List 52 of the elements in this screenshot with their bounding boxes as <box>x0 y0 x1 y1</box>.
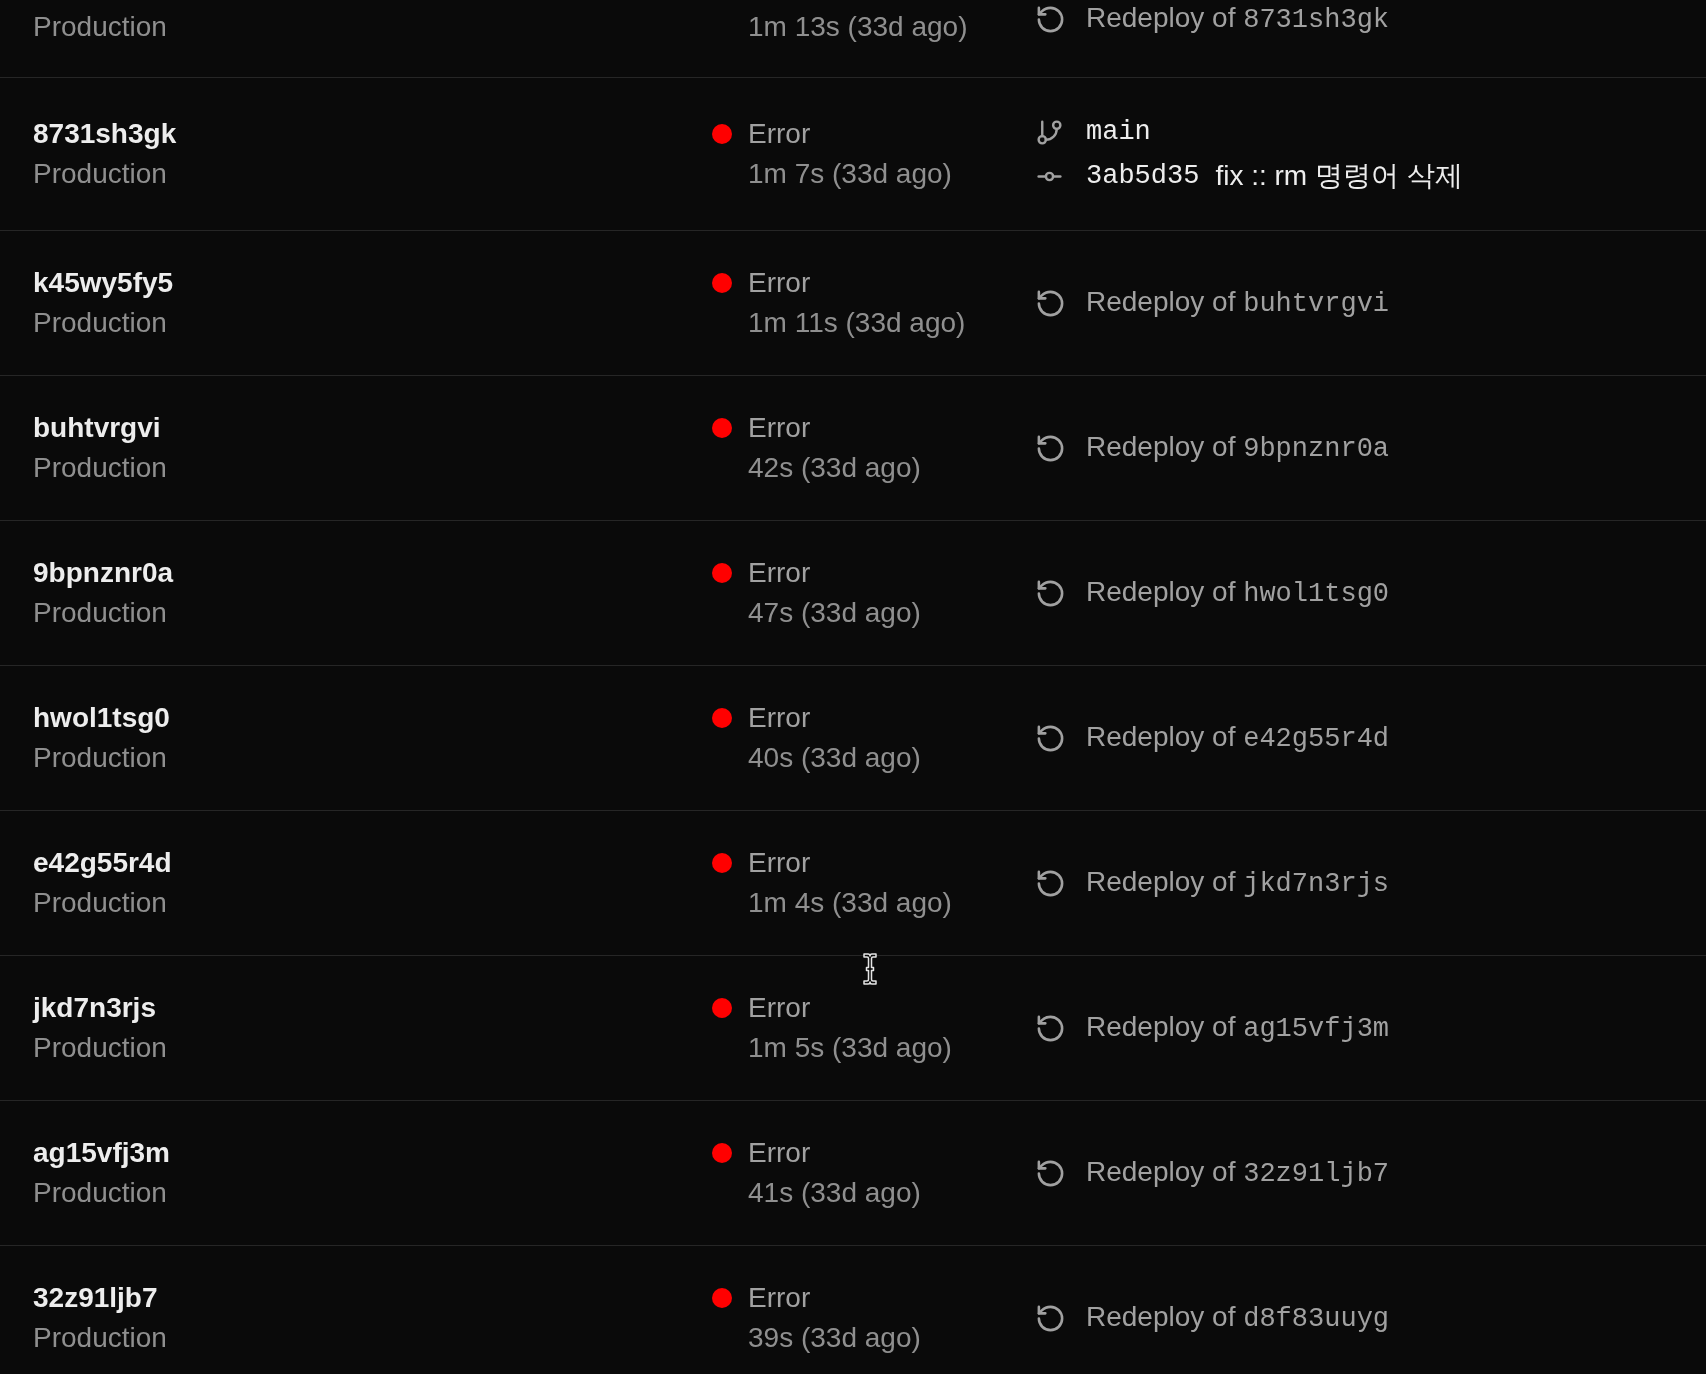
duration-text: 1m 11s (33d ago) <box>748 306 966 340</box>
status-label: Error <box>748 991 811 1025</box>
status-label: Error <box>748 117 811 151</box>
deployment-id[interactable]: ag15vfj3m <box>33 1133 170 1173</box>
deployment-id[interactable]: 8731sh3gk <box>33 114 177 154</box>
deployment-id[interactable]: 32z91ljb7 <box>33 1278 158 1318</box>
environment-label: Production <box>33 1176 167 1210</box>
redeploy-label: Redeploy of 9bpnznr0a <box>1086 430 1390 466</box>
duration-text: 47s (33d ago) <box>748 596 921 630</box>
duration-text: 1m 4s (33d ago) <box>748 886 952 920</box>
deployment-id[interactable]: k45wy5fy5 <box>33 263 174 303</box>
status-label: Error <box>748 556 811 590</box>
redeploy-label: Redeploy of 32z91ljb7 <box>1086 1155 1390 1191</box>
status-label: Error <box>748 1281 811 1315</box>
environment-label: Production <box>33 10 167 44</box>
environment-label: Production <box>33 596 167 630</box>
redeploy-label: Redeploy of buhtvrgvi <box>1086 285 1390 321</box>
duration-text: 39s (33d ago) <box>748 1321 921 1355</box>
redeploy-label: Redeploy of jkd7n3rjs <box>1086 865 1390 901</box>
branch-icon <box>1035 117 1064 147</box>
status-label: Error <box>748 701 811 735</box>
redeploy-label: Redeploy of ag15vfj3m <box>1086 1010 1390 1046</box>
deployment-id[interactable]: 9bpnznr0a <box>33 553 174 593</box>
status-label: Error <box>748 266 811 300</box>
status-label: Error <box>748 1136 811 1170</box>
environment-label: Production <box>33 741 167 775</box>
redeploy-label: Redeploy of d8f83uuyg <box>1086 1300 1390 1336</box>
commit-hash[interactable]: 3ab5d35 <box>1086 158 1200 194</box>
redeploy-label: Redeploy of hwol1tsg0 <box>1086 575 1390 611</box>
environment-label: Production <box>33 1031 167 1065</box>
deployment-id[interactable]: e42g55r4d <box>33 843 172 883</box>
status-label: Error <box>748 411 811 445</box>
duration-text: 1m 7s (33d ago) <box>748 157 952 191</box>
deployment-id[interactable]: jkd7n3rjs <box>33 988 156 1028</box>
duration-text: 40s (33d ago) <box>748 741 921 775</box>
environment-label: Production <box>33 886 167 920</box>
duration-text: 41s (33d ago) <box>748 1176 921 1210</box>
status-label: Error <box>748 846 811 880</box>
duration-text: 1m 13s (33d ago) <box>748 10 968 44</box>
redeploy-label: Redeploy of 8731sh3gk <box>1086 1 1390 37</box>
redeploy-label: Redeploy of e42g55r4d <box>1086 720 1390 756</box>
deployment-id[interactable]: buhtvrgvi <box>33 408 161 448</box>
duration-text: 1m 5s (33d ago) <box>748 1031 952 1065</box>
environment-label: Production <box>33 157 167 191</box>
duration-text: 42s (33d ago) <box>748 451 921 485</box>
environment-label: Production <box>33 1321 167 1355</box>
environment-label: Production <box>33 306 167 340</box>
branch-name[interactable]: main <box>1086 114 1151 150</box>
text-cursor-icon <box>862 952 878 986</box>
commit-message[interactable]: fix :: rm 명령어 삭제 <box>1215 158 1463 194</box>
environment-label: Production <box>33 451 167 485</box>
deployment-id[interactable]: hwol1tsg0 <box>33 698 170 738</box>
